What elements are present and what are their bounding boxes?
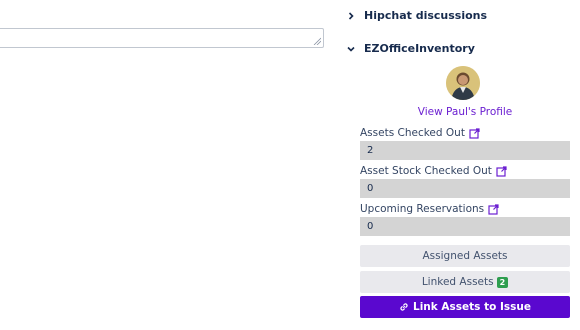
chevron-right-icon (346, 11, 356, 21)
right-sidebar: Hipchat discussions EZOfficeInventory Vi… (346, 0, 580, 330)
field-label-text: Upcoming Reservations (360, 203, 485, 215)
view-profile-link[interactable]: View Paul's Profile (360, 106, 570, 118)
comment-textarea[interactable] (0, 28, 324, 48)
field-label-upcoming-reservations: Upcoming Reservations (360, 203, 499, 215)
link-assets-to-issue-label: Link Assets to Issue (413, 301, 531, 313)
assigned-assets-button[interactable]: Assigned Assets (360, 245, 570, 267)
page: Hipchat discussions EZOfficeInventory Vi… (0, 0, 580, 330)
field-value-upcoming-reservations: 0 (360, 217, 570, 236)
linked-assets-count-badge: 2 (496, 276, 509, 288)
field-label-text: Assets Checked Out (360, 127, 465, 139)
chevron-down-icon (346, 44, 356, 54)
external-link-icon[interactable] (469, 127, 480, 139)
linked-assets-button[interactable]: Linked Assets 2 (360, 271, 570, 293)
assigned-assets-label: Assigned Assets (422, 250, 508, 262)
section-ezofficeinventory-title: EZOfficeInventory (364, 42, 475, 55)
section-hipchat-title: Hipchat discussions (364, 9, 488, 22)
section-ezofficeinventory[interactable]: EZOfficeInventory (346, 42, 475, 55)
section-hipchat[interactable]: Hipchat discussions (346, 9, 487, 22)
field-label-text: Asset Stock Checked Out (360, 165, 492, 177)
external-link-icon[interactable] (488, 203, 499, 215)
field-value-assets-checked-out: 2 (360, 141, 570, 160)
resize-grip-icon[interactable] (313, 37, 321, 45)
link-assets-to-issue-button[interactable]: Link Assets to Issue (360, 296, 570, 318)
field-label-assets-checked-out: Assets Checked Out (360, 127, 480, 139)
linked-assets-label: Linked Assets (421, 276, 494, 288)
external-link-icon[interactable] (496, 165, 507, 177)
link-icon (400, 303, 408, 311)
field-label-asset-stock-checked-out: Asset Stock Checked Out (360, 165, 507, 177)
field-value-asset-stock-checked-out: 0 (360, 179, 570, 198)
avatar[interactable] (446, 66, 480, 100)
